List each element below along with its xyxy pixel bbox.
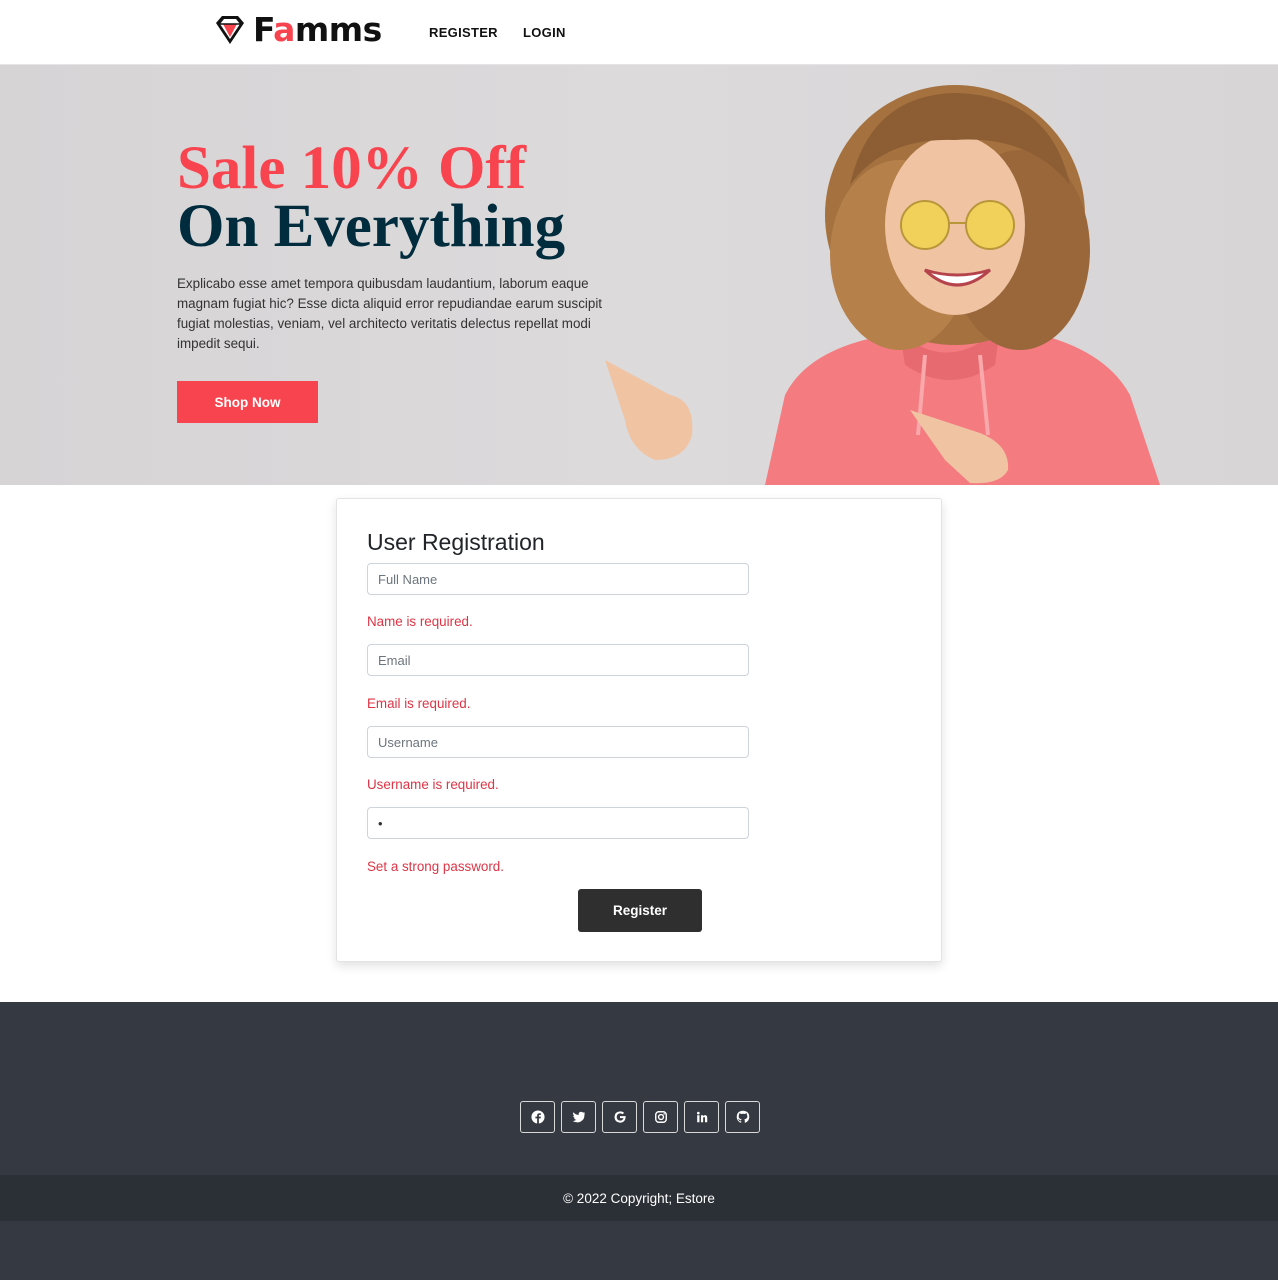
site-footer: © 2022 Copyright; Estore	[0, 1002, 1278, 1280]
password-error: Set a strong password.	[367, 859, 504, 874]
nav-login-link[interactable]: LOGIN	[523, 25, 566, 40]
copyright-text: © 2022 Copyright; Estore	[563, 1190, 715, 1206]
brand-name: Famms	[253, 10, 382, 49]
github-icon[interactable]	[725, 1101, 760, 1133]
password-field[interactable]: •	[367, 807, 749, 839]
nav-register-link[interactable]: REGISTER	[429, 25, 498, 40]
form-title: User Registration	[367, 529, 545, 555]
email-error: Email is required.	[367, 696, 471, 711]
password-value[interactable]: •	[378, 816, 383, 831]
register-button[interactable]: Register	[578, 889, 702, 932]
username-error: Username is required.	[367, 777, 499, 792]
full-name-input[interactable]	[378, 571, 738, 587]
hero-model-image	[605, 85, 1160, 485]
hero-title-everything: On Everything	[177, 193, 566, 260]
shop-now-button[interactable]: Shop Now	[177, 381, 318, 423]
google-icon[interactable]	[602, 1101, 637, 1133]
hero-banner: Sale 10% Off On Everything Explicabo ess…	[0, 65, 1278, 485]
username-field[interactable]	[367, 726, 749, 758]
linkedin-icon[interactable]	[684, 1101, 719, 1133]
copyright-bar: © 2022 Copyright; Estore	[0, 1175, 1278, 1221]
diamond-logo-icon	[216, 16, 244, 44]
name-error: Name is required.	[367, 614, 473, 629]
facebook-icon[interactable]	[520, 1101, 555, 1133]
hero-description: Explicabo esse amet tempora quibusdam la…	[177, 276, 603, 351]
username-input[interactable]	[378, 734, 738, 750]
brand-logo[interactable]: Famms	[213, 12, 382, 48]
registration-card: User Registration Name is required. Emai…	[336, 498, 942, 962]
instagram-icon[interactable]	[643, 1101, 678, 1133]
email-field[interactable]	[367, 644, 749, 676]
email-input[interactable]	[378, 652, 738, 668]
social-links	[520, 1101, 760, 1133]
site-header: Famms REGISTER LOGIN	[0, 0, 1278, 65]
twitter-icon[interactable]	[561, 1101, 596, 1133]
full-name-field[interactable]	[367, 563, 749, 595]
